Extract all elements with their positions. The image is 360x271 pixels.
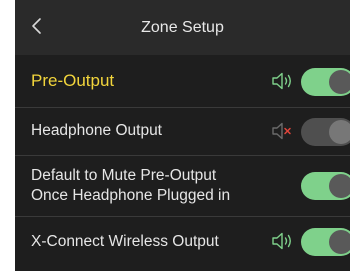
toggle-knob [329, 120, 350, 144]
header-bar: Zone Setup [15, 0, 350, 55]
pre-output-label: Pre-Output [31, 71, 115, 90]
speaker-on-icon[interactable] [271, 70, 297, 92]
headphone-output-label: Headphone Output [31, 122, 162, 139]
default-mute-toggle[interactable] [301, 172, 350, 200]
page-title: Zone Setup [141, 19, 224, 36]
row-default-mute: Default to Mute Pre-Output Once Headphon… [15, 156, 350, 216]
toggle-knob [329, 70, 350, 94]
default-mute-label: Default to Mute Pre-Output Once Headphon… [31, 166, 230, 206]
toggle-knob [329, 174, 350, 198]
speaker-on-icon[interactable] [271, 230, 297, 252]
xconnect-wireless-label: X-Connect Wireless Output [31, 233, 219, 250]
row-headphone-output: Headphone Output [15, 108, 350, 155]
default-mute-label-line1: Default to Mute Pre-Output [31, 167, 217, 184]
speaker-muted-icon[interactable] [271, 120, 297, 142]
pre-output-toggle[interactable] [301, 68, 350, 96]
row-xconnect-wireless: X-Connect Wireless Output [15, 217, 350, 271]
chevron-left-icon [32, 18, 41, 34]
toggle-knob [329, 230, 350, 254]
default-mute-label-line2: Once Headphone Plugged in [31, 187, 231, 204]
zone-setup-screen: Zone Setup Pre-Output Headphone Output D… [15, 0, 350, 271]
xconnect-wireless-toggle[interactable] [301, 228, 350, 256]
headphone-output-toggle[interactable] [301, 118, 350, 146]
row-pre-output: Pre-Output [15, 55, 350, 107]
back-button[interactable] [25, 13, 51, 39]
